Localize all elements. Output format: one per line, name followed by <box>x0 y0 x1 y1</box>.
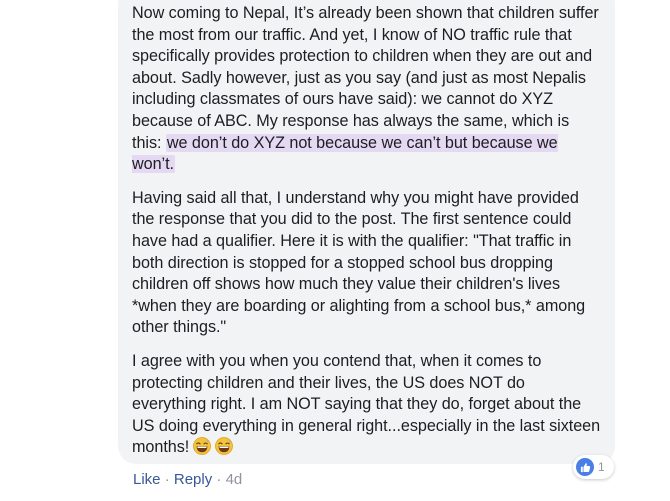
highlighted-text: we don’t do XYZ not because we can’t but… <box>132 133 558 174</box>
like-link[interactable]: Like <box>133 471 161 488</box>
reaction-count: 1 <box>598 460 605 474</box>
comment-screen: Now coming to Nepal, It’s already been s… <box>0 0 670 501</box>
paragraph-1-text: Now coming to Nepal, It’s already been s… <box>132 4 599 152</box>
comment-actions: Like · Reply · 4d <box>133 470 242 490</box>
reaction-summary[interactable]: 1 <box>573 455 614 479</box>
comment-paragraph-2: Having said all that, I understand why y… <box>132 188 586 337</box>
grinning-sweat-face-icon <box>193 437 212 456</box>
separator-dot: · <box>164 471 170 488</box>
comment-paragraph-3: I agree with you when you contend that, … <box>132 351 601 459</box>
timestamp[interactable]: 4d <box>226 471 243 488</box>
thumbs-up-icon <box>576 458 594 476</box>
reply-link[interactable]: Reply <box>174 471 212 488</box>
comment-paragraph-1: Now coming to Nepal, It’s already been s… <box>132 3 601 176</box>
grinning-sweat-face-icon <box>215 437 234 456</box>
separator-dot: · <box>216 471 222 488</box>
comment-bubble: Now coming to Nepal, It’s already been s… <box>118 0 615 464</box>
